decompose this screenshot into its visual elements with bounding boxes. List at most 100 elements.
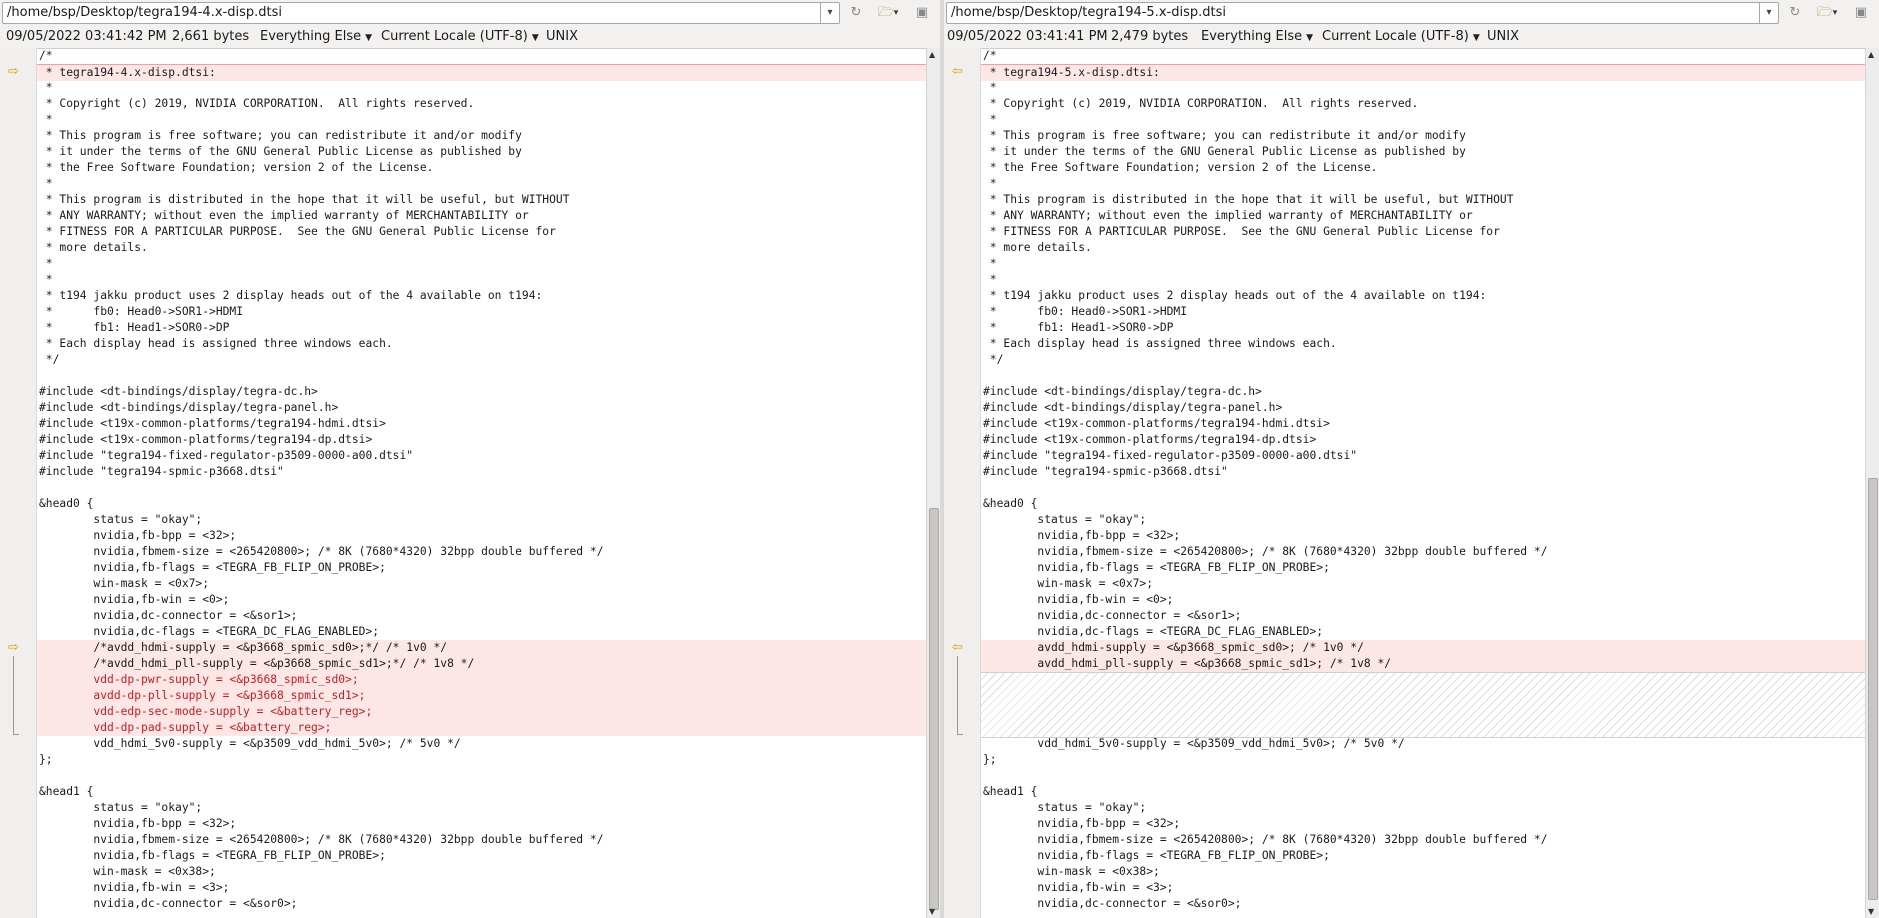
- code-line: * more details.: [983, 241, 1092, 254]
- left-encoding-select[interactable]: Current Locale (UTF-8) ▼: [381, 29, 539, 44]
- right-line-ending: UNIX: [1487, 29, 1519, 44]
- left-status-bar: 09/05/2022 03:41:42 PM 2,661 bytes Every…: [0, 26, 940, 49]
- code-line: * Copyright (c) 2019, NVIDIA CORPORATION…: [39, 97, 475, 110]
- code-line: #include <t19x-common-platforms/tegra194…: [983, 433, 1317, 446]
- code-line: vdd_hdmi_5v0-supply = <&p3509_vdd_hdmi_5…: [983, 737, 1405, 750]
- code-line: };: [983, 753, 997, 766]
- code-line: win-mask = <0x38>;: [983, 865, 1160, 878]
- left-path-bar: /home/bsp/Desktop/tegra194-4.x-disp.dtsi…: [0, 0, 940, 27]
- code-line: win-mask = <0x7>;: [983, 577, 1154, 590]
- code-line: /*: [983, 49, 997, 62]
- code-line: #include <dt-bindings/display/tegra-pane…: [983, 401, 1283, 414]
- arrow-right-icon[interactable]: ⇨: [8, 65, 26, 79]
- right-syntax-select[interactable]: Everything Else ▼: [1201, 29, 1313, 44]
- code-line: nvidia,fb-win = <0>;: [983, 593, 1174, 606]
- right-encoding-label: Current Locale (UTF-8): [1322, 29, 1469, 44]
- code-line: #include <dt-bindings/display/tegra-dc.h…: [983, 385, 1262, 398]
- left-syntax-label: Everything Else: [260, 29, 362, 44]
- code-line: nvidia,dc-connector = <&sor0>;: [983, 897, 1242, 910]
- left-path-combobox[interactable]: /home/bsp/Desktop/tegra194-4.x-disp.dtsi…: [2, 2, 840, 24]
- code-line: * tegra194-4.x-disp.dtsi:: [37, 64, 926, 81]
- right-status-bar: 09/05/2022 03:41:41 PM 2,479 bytes Every…: [944, 26, 1879, 49]
- right-path-text: /home/bsp/Desktop/tegra194-5.x-disp.dtsi: [951, 5, 1226, 20]
- chevron-down-icon[interactable]: ▾: [1759, 3, 1778, 23]
- code-line: nvidia,fb-bpp = <32>;: [983, 817, 1181, 830]
- code-line: *: [39, 177, 53, 190]
- arrow-right-icon[interactable]: ⇨: [8, 641, 26, 655]
- left-scroll-thumb[interactable]: [929, 508, 939, 910]
- chevron-down-icon[interactable]: ▾: [1825, 3, 1845, 23]
- save-icon[interactable]: ▣: [912, 3, 932, 23]
- code-line: status = "okay";: [39, 801, 203, 814]
- scroll-down-icon[interactable]: ▼: [1868, 907, 1874, 916]
- scroll-up-icon[interactable]: ▲: [929, 50, 935, 59]
- code-line: status = "okay";: [39, 513, 203, 526]
- diff-bracket-end: [13, 734, 19, 735]
- code-line: nvidia,fbmem-size = <265420800>; /* 8K (…: [983, 545, 1548, 558]
- code-line: * it under the terms of the GNU General …: [39, 145, 522, 158]
- code-line: * the Free Software Foundation; version …: [983, 161, 1378, 174]
- code-line: * ANY WARRANTY; without even the implied…: [983, 209, 1473, 222]
- scroll-down-icon[interactable]: ▼: [929, 907, 935, 916]
- code-line: * tegra194-5.x-disp.dtsi:: [981, 64, 1865, 81]
- right-timestamp: 09/05/2022 03:41:41 PM: [947, 29, 1108, 44]
- right-scroll-thumb[interactable]: [1868, 478, 1878, 900]
- code-line: nvidia,fb-flags = <TEGRA_FB_FLIP_ON_PROB…: [983, 849, 1330, 862]
- caret-down-icon: ▼: [531, 33, 539, 43]
- scroll-up-icon[interactable]: ▲: [1868, 50, 1874, 59]
- left-code-view[interactable]: /* * tegra194-4.x-disp.dtsi: * * Copyrig…: [37, 48, 926, 918]
- code-line: vdd-dp-pwr-supply = <&p3668_spmic_sd0>;: [37, 672, 926, 688]
- code-line: *: [983, 113, 997, 126]
- right-encoding-select[interactable]: Current Locale (UTF-8) ▼: [1322, 29, 1480, 44]
- refresh-icon[interactable]: ↻: [1785, 3, 1805, 23]
- save-icon[interactable]: ▣: [1851, 3, 1871, 23]
- code-line: * fb0: Head0->SOR1->HDMI: [983, 305, 1188, 318]
- code-line: #include <t19x-common-platforms/tegra194…: [983, 417, 1330, 430]
- code-line: avdd_hdmi_pll-supply = <&p3668_spmic_sd1…: [981, 656, 1865, 672]
- code-line: */: [39, 353, 60, 366]
- code-line: nvidia,dc-connector = <&sor1>;: [983, 609, 1242, 622]
- code-line: *: [983, 273, 997, 286]
- code-line: #include <dt-bindings/display/tegra-dc.h…: [39, 385, 318, 398]
- left-syntax-select[interactable]: Everything Else ▼: [260, 29, 372, 44]
- code-line: #include <dt-bindings/display/tegra-pane…: [39, 401, 339, 414]
- code-line: *: [39, 81, 53, 94]
- code-line: * t194 jakku product uses 2 display head…: [983, 289, 1487, 302]
- right-path-combobox[interactable]: /home/bsp/Desktop/tegra194-5.x-disp.dtsi…: [946, 2, 1779, 24]
- left-line-ending: UNIX: [546, 29, 578, 44]
- code-line: nvidia,fbmem-size = <265420800>; /* 8K (…: [39, 545, 604, 558]
- code-line: nvidia,dc-flags = <TEGRA_DC_FLAG_ENABLED…: [39, 625, 380, 638]
- caret-down-icon: ▼: [365, 33, 373, 43]
- chevron-down-icon[interactable]: ▾: [886, 3, 906, 23]
- code-line: #include "tegra194-fixed-regulator-p3509…: [983, 449, 1358, 462]
- left-vertical-scrollbar[interactable]: ▲ ▼: [926, 48, 940, 918]
- arrow-left-icon[interactable]: ⇦: [952, 641, 970, 655]
- code-line: *: [983, 81, 997, 94]
- missing-lines-placeholder: [981, 672, 1865, 738]
- code-line: nvidia,dc-flags = <TEGRA_DC_FLAG_ENABLED…: [983, 625, 1324, 638]
- code-line: #include "tegra194-fixed-regulator-p3509…: [39, 449, 414, 462]
- code-line: nvidia,fbmem-size = <265420800>; /* 8K (…: [39, 833, 604, 846]
- refresh-icon[interactable]: ↻: [846, 3, 866, 23]
- code-line: * it under the terms of the GNU General …: [983, 145, 1466, 158]
- code-line: */: [983, 353, 1004, 366]
- code-line: avdd_hdmi-supply = <&p3668_spmic_sd0>; /…: [981, 640, 1865, 656]
- code-line: * Each display head is assigned three wi…: [983, 337, 1337, 350]
- right-vertical-scrollbar[interactable]: ▲ ▼: [1865, 48, 1879, 918]
- arrow-left-icon[interactable]: ⇦: [952, 65, 970, 79]
- code-line: #include <t19x-common-platforms/tegra194…: [39, 417, 386, 430]
- chevron-down-icon[interactable]: ▾: [820, 3, 839, 23]
- code-line: /*: [39, 49, 53, 62]
- left-file-pane: /home/bsp/Desktop/tegra194-4.x-disp.dtsi…: [0, 0, 940, 918]
- code-line: * Copyright (c) 2019, NVIDIA CORPORATION…: [983, 97, 1419, 110]
- right-path-bar: /home/bsp/Desktop/tegra194-5.x-disp.dtsi…: [944, 0, 1879, 27]
- code-line: nvidia,fb-win = <0>;: [39, 593, 230, 606]
- left-path-text: /home/bsp/Desktop/tegra194-4.x-disp.dtsi: [7, 5, 282, 20]
- code-line: *: [39, 113, 53, 126]
- code-line: vdd_hdmi_5v0-supply = <&p3509_vdd_hdmi_5…: [39, 737, 461, 750]
- right-diff-gutter: ⇦ ⇦: [944, 48, 981, 918]
- right-code-view[interactable]: /* * tegra194-5.x-disp.dtsi: * * Copyrig…: [981, 48, 1865, 918]
